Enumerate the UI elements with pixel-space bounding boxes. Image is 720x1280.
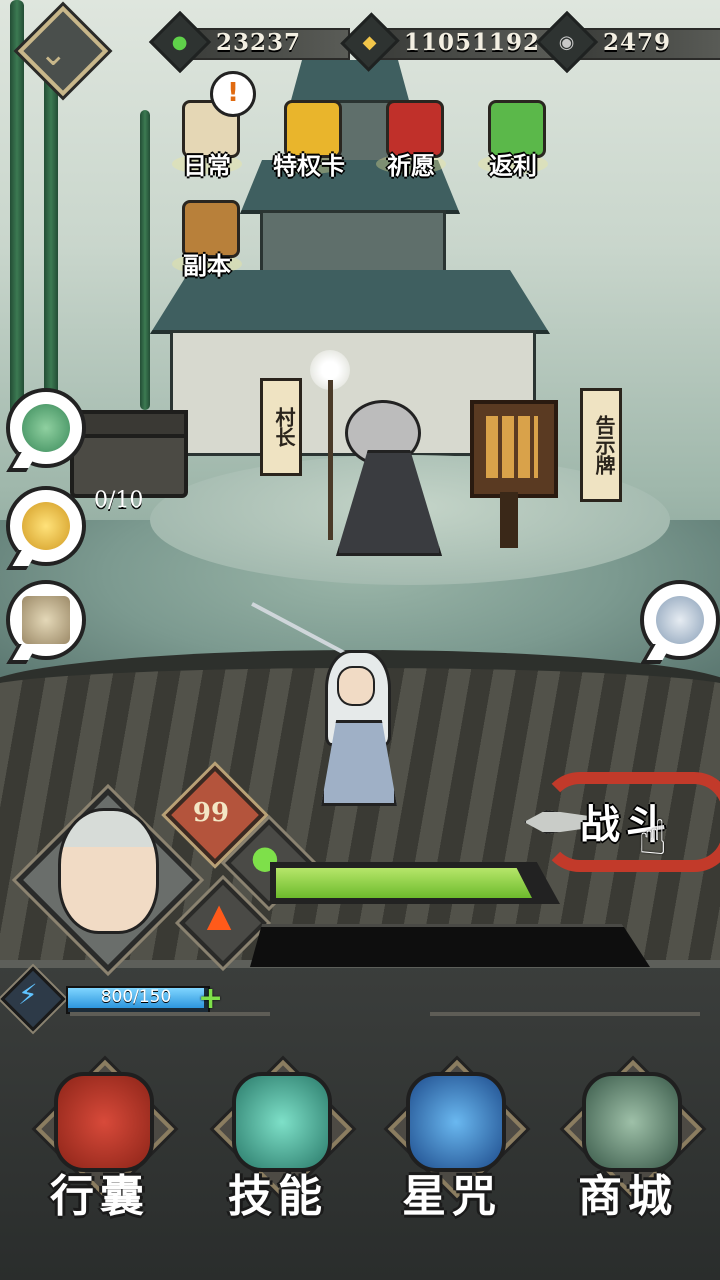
star-scroll-icon bbox=[406, 1072, 506, 1172]
dragon-blade-icon bbox=[232, 1072, 332, 1172]
currency-gold: ◆ 11051192 bbox=[340, 12, 562, 72]
divider bbox=[70, 1012, 270, 1016]
alert-badge: ! bbox=[210, 71, 256, 117]
shop-icon bbox=[582, 1072, 682, 1172]
notice-board[interactable] bbox=[470, 400, 558, 498]
chevron-down-icon: ⌄ bbox=[39, 34, 68, 74]
hp-bar-fill bbox=[276, 868, 532, 898]
chest-counter: 0/10 bbox=[94, 488, 144, 513]
tap-hand-icon: ☝ bbox=[638, 810, 668, 866]
menu-button[interactable]: ⌄ bbox=[14, 5, 109, 97]
energy-value: 800/150 bbox=[100, 987, 172, 1007]
scroll-button[interactable] bbox=[6, 580, 86, 660]
cat-helper-button[interactable] bbox=[640, 580, 720, 660]
player-character[interactable] bbox=[251, 602, 415, 810]
village-chief-npc[interactable] bbox=[300, 350, 450, 556]
player-level: 99 bbox=[192, 798, 230, 828]
hero-face bbox=[58, 808, 159, 934]
sign-notice-board: 告示牌 bbox=[580, 388, 622, 502]
fire-icon: ▲ bbox=[206, 896, 232, 934]
card-scroll-icon bbox=[22, 596, 70, 644]
bag-icon bbox=[54, 1072, 154, 1172]
divider bbox=[430, 1012, 700, 1016]
player-portrait[interactable] bbox=[16, 788, 200, 972]
mp-bar bbox=[250, 924, 650, 967]
battle-button[interactable]: 战斗 ☝ bbox=[520, 750, 720, 890]
nav-star-spells[interactable]: 星咒 bbox=[372, 1052, 532, 1272]
currency-gold-value: 11051192 bbox=[403, 28, 540, 56]
chest[interactable] bbox=[70, 410, 188, 498]
currency-silver: ◉ 2479 bbox=[535, 10, 720, 74]
event-privilege-card[interactable]: 特权卡 bbox=[266, 96, 352, 192]
nav-skills[interactable]: 技能 bbox=[198, 1052, 358, 1272]
nav-bag[interactable]: 行囊 bbox=[20, 1052, 180, 1272]
event-rebate[interactable]: 返利 bbox=[470, 96, 556, 192]
sign-village-chief: 村长 bbox=[260, 378, 302, 476]
cat-icon bbox=[656, 596, 704, 644]
add-energy-button[interactable]: + bbox=[198, 981, 223, 1016]
currency-jade-value: 23237 bbox=[216, 28, 302, 56]
jade-disc-icon bbox=[22, 404, 70, 452]
jade-upgrade-button[interactable] bbox=[6, 388, 86, 468]
nav-shop[interactable]: 商城 bbox=[548, 1052, 708, 1272]
lightning-icon: ⚡ bbox=[18, 978, 38, 1011]
event-dungeon[interactable]: 副本 bbox=[164, 196, 250, 292]
bamboo-stalk bbox=[44, 40, 58, 440]
gold-crown-icon bbox=[22, 502, 70, 550]
currency-jade: ● 23237 bbox=[148, 10, 350, 74]
event-wish[interactable]: 祈愿 bbox=[368, 96, 454, 192]
currency-silver-value: 2479 bbox=[603, 28, 672, 56]
notice-board-post bbox=[500, 492, 518, 548]
rank-button[interactable] bbox=[6, 486, 86, 566]
